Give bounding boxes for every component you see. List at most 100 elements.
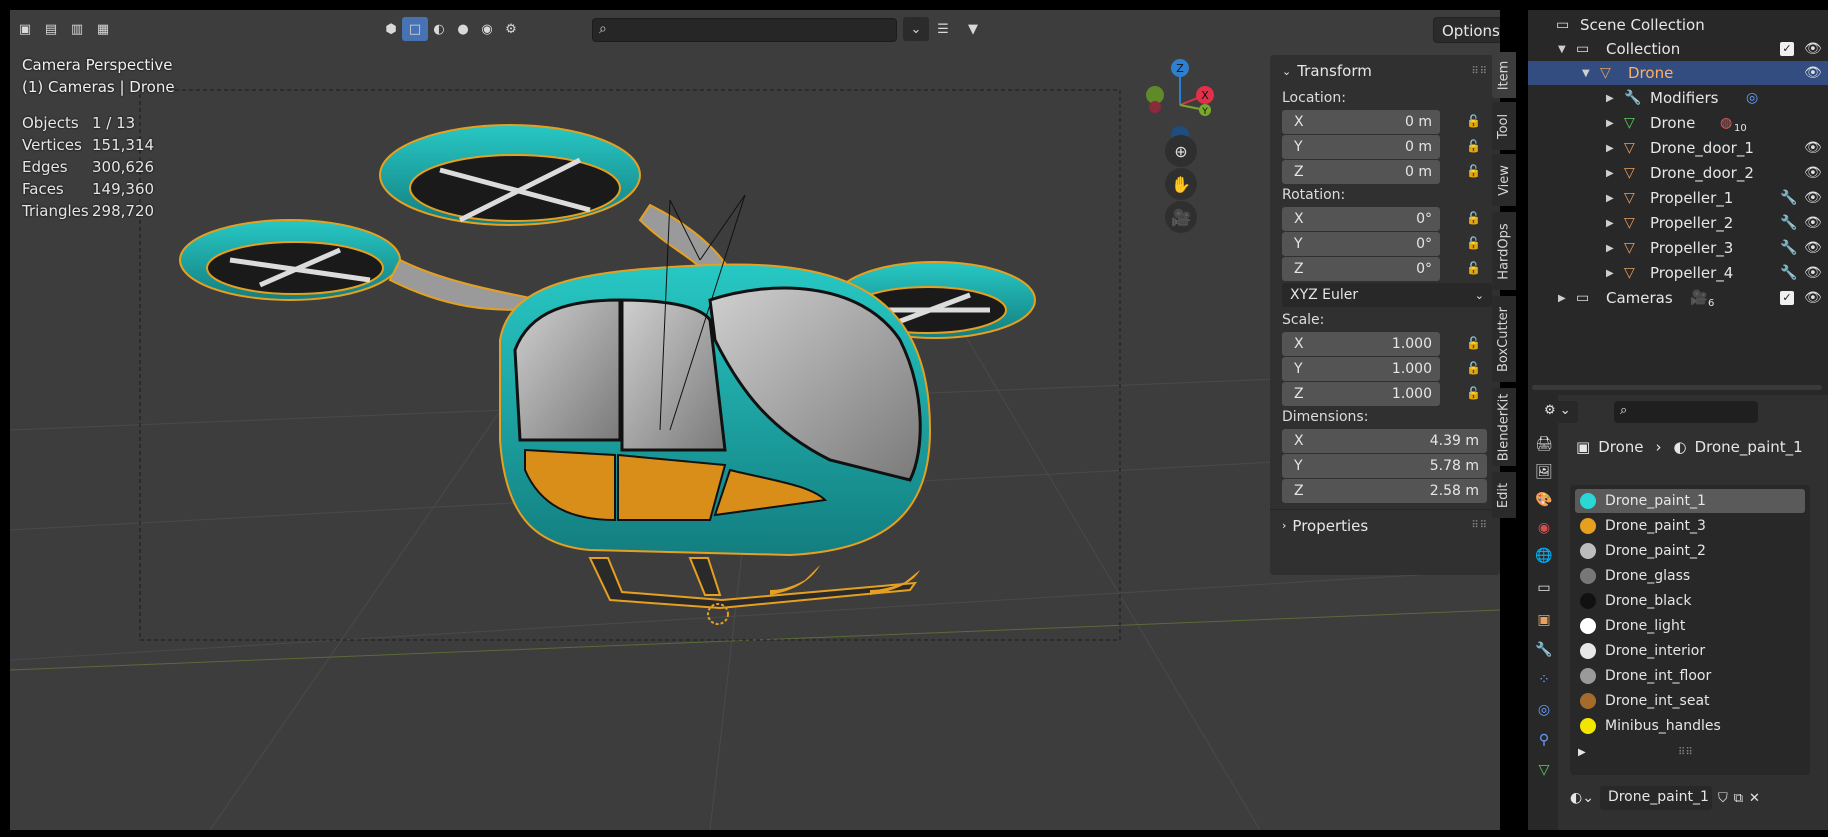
lock-icon[interactable]: 🔓 <box>1466 139 1482 153</box>
lock-icon[interactable]: 🔓 <box>1466 236 1482 250</box>
eye-icon[interactable]: 👁 <box>1804 290 1822 306</box>
zoom-icon[interactable]: ⊕ <box>1165 135 1197 167</box>
material-slots-list[interactable]: Drone_paint_1 Drone_paint_3 Drone_paint_… <box>1570 485 1810 775</box>
select-mode-subtract-icon[interactable]: ▥ <box>64 17 90 41</box>
wrench-icon[interactable]: 🔧 <box>1780 215 1797 231</box>
eye-icon[interactable]: 👁 <box>1804 240 1822 256</box>
eye-icon[interactable]: 👁 <box>1804 165 1822 181</box>
expand-right-icon[interactable]: ▶ <box>1606 243 1614 254</box>
material-slot[interactable]: Drone_light <box>1575 614 1805 638</box>
tab-blenderkit[interactable]: BlenderKit <box>1492 388 1516 466</box>
editor-type-selector[interactable]: ⚙ ⌄ <box>1540 401 1578 423</box>
expand-right-icon[interactable]: ▶ <box>1558 293 1566 304</box>
rendered-shading-icon[interactable]: ◉ <box>474 17 500 41</box>
checkbox-icon[interactable]: ✓ <box>1780 291 1794 305</box>
filter-icon[interactable]: ▼ <box>960 17 986 41</box>
location-y-field[interactable]: Y 0 m <box>1282 134 1440 159</box>
outliner-scene-collection[interactable]: ▭ Scene Collection <box>1528 13 1828 37</box>
material-slot[interactable]: Drone_interior <box>1575 639 1805 663</box>
drag-grip-icon[interactable]: ⠿⠿ <box>1471 66 1488 77</box>
transform-header[interactable]: ⌄ Transform ⠿⠿ <box>1270 55 1500 87</box>
outliner-cameras[interactable]: ▶ ▭ Cameras 🎥 6 ✓ 👁 <box>1528 286 1828 310</box>
duplicate-icon[interactable]: ⧉ <box>1734 791 1743 806</box>
rotation-mode-select[interactable]: XYZ Euler ⌄ <box>1282 283 1492 307</box>
expand-right-icon[interactable]: ▶ <box>1578 747 1586 758</box>
collection-icon[interactable]: ▭ <box>1535 579 1553 597</box>
eye-icon[interactable]: 👁 <box>1804 265 1822 281</box>
material-slot[interactable]: Drone_paint_3 <box>1575 514 1805 538</box>
output-icon[interactable]: 🖼 <box>1535 463 1553 481</box>
scale-x-field[interactable]: X 1.000 <box>1282 331 1440 356</box>
physics-icon[interactable]: ◎ <box>1535 701 1553 719</box>
expand-right-icon[interactable]: ▶ <box>1606 143 1614 154</box>
eye-icon[interactable]: 👁 <box>1804 41 1822 57</box>
modifier-wrench-icon[interactable]: 🔧 <box>1535 641 1553 659</box>
expand-right-icon[interactable]: ▶ <box>1606 93 1614 104</box>
rotation-z-field[interactable]: Z 0° <box>1282 256 1440 281</box>
resize-grip-icon[interactable]: ⠿⠿ <box>1678 747 1693 758</box>
eye-icon[interactable]: 👁 <box>1804 190 1822 206</box>
outliner-drone[interactable]: ▼ ▽ Drone 👁 <box>1528 61 1828 85</box>
eye-icon[interactable]: 👁 <box>1804 140 1822 156</box>
material-slot[interactable]: Minibus_handles <box>1575 714 1805 738</box>
lock-icon[interactable]: 🔓 <box>1466 114 1482 128</box>
pan-hand-icon[interactable]: ✋ <box>1165 168 1197 200</box>
fake-user-shield-icon[interactable]: ⛉ <box>1718 791 1728 806</box>
lock-icon[interactable]: 🔓 <box>1466 261 1482 275</box>
lock-icon[interactable]: 🔓 <box>1466 336 1482 350</box>
wrench-icon[interactable]: 🔧 <box>1780 190 1797 206</box>
tab-hardops[interactable]: HardOps <box>1492 212 1516 290</box>
eye-icon[interactable]: 👁 <box>1804 65 1822 81</box>
horizontal-scrollbar[interactable] <box>1532 385 1822 390</box>
outliner-drone-mesh[interactable]: ▶ ▽ Drone ◍ 10 <box>1528 111 1828 135</box>
material-shading-icon[interactable]: ● <box>450 17 476 41</box>
dimension-x-field[interactable]: X 4.39 m <box>1282 428 1487 453</box>
material-browse-icon[interactable]: ◐⌄ <box>1570 790 1594 806</box>
drag-grip-icon[interactable]: ⠿⠿ <box>1471 520 1488 531</box>
material-slot[interactable]: Drone_black <box>1575 589 1805 613</box>
select-mode-new-icon[interactable]: ▣ <box>12 17 38 41</box>
scale-z-field[interactable]: Z 1.000 <box>1282 381 1440 406</box>
expand-right-icon[interactable]: ▶ <box>1606 218 1614 229</box>
render-icon[interactable]: 🖨 <box>1535 435 1553 453</box>
outliner-drone-door-1[interactable]: ▶ ▽ Drone_door_1 👁 <box>1528 136 1828 160</box>
wrench-icon[interactable]: 🔧 <box>1780 240 1797 256</box>
lock-icon[interactable]: 🔓 <box>1466 211 1482 225</box>
world-icon[interactable]: 🌐 <box>1535 547 1553 565</box>
outliner-modifiers[interactable]: ▶ 🔧 Modifiers ◎ <box>1528 86 1828 110</box>
dimension-z-field[interactable]: Z 2.58 m <box>1282 478 1487 503</box>
material-slot[interactable]: Drone_glass <box>1575 564 1805 588</box>
particles-icon[interactable]: ⁘ <box>1535 671 1553 689</box>
tab-tool[interactable]: Tool <box>1492 102 1516 150</box>
tab-view[interactable]: View <box>1492 154 1516 206</box>
mesh-data-icon[interactable]: ▽ <box>1535 761 1553 779</box>
constraints-icon[interactable]: ⚲ <box>1535 731 1553 749</box>
dropdown-chevron-icon[interactable]: ⌄ <box>903 17 929 41</box>
material-slot[interactable]: Drone_paint_1 <box>1575 489 1805 513</box>
gizmo-neg-x[interactable] <box>1149 101 1161 113</box>
overlays-icon[interactable]: ⚙ <box>498 17 524 41</box>
material-slot[interactable]: Drone_int_floor <box>1575 664 1805 688</box>
material-name-field[interactable]: Drone_paint_1 <box>1599 786 1712 810</box>
camera-view-icon[interactable]: 🎥 <box>1165 201 1197 233</box>
view-layer-icon[interactable]: 🎨 <box>1535 491 1553 509</box>
location-z-field[interactable]: Z 0 m <box>1282 159 1440 184</box>
material-slot[interactable]: Drone_paint_2 <box>1575 539 1805 563</box>
dimension-y-field[interactable]: Y 5.78 m <box>1282 453 1487 478</box>
viewport-search-input[interactable]: ⌕ <box>592 18 897 42</box>
rotation-y-field[interactable]: Y 0° <box>1282 231 1440 256</box>
scale-y-field[interactable]: Y 1.000 <box>1282 356 1440 381</box>
checkbox-icon[interactable]: ✓ <box>1780 42 1794 56</box>
close-icon[interactable]: ✕ <box>1749 791 1760 806</box>
tab-item[interactable]: Item <box>1492 52 1516 98</box>
properties-header[interactable]: › Properties ⠿⠿ <box>1270 509 1500 541</box>
select-mode-extend-icon[interactable]: ▤ <box>38 17 64 41</box>
expand-right-icon[interactable]: ▶ <box>1606 193 1614 204</box>
outliner-propeller-1[interactable]: ▶ ▽ Propeller_1 🔧 👁 <box>1528 186 1828 210</box>
location-x-field[interactable]: X 0 m <box>1282 109 1440 134</box>
tab-edit[interactable]: Edit <box>1492 472 1516 518</box>
tab-boxcutter[interactable]: BoxCutter <box>1492 296 1516 382</box>
lock-icon[interactable]: 🔓 <box>1466 361 1482 375</box>
outliner-propeller-4[interactable]: ▶ ▽ Propeller_4 🔧 👁 <box>1528 261 1828 285</box>
select-mode-intersect-icon[interactable]: ▦ <box>90 17 116 41</box>
